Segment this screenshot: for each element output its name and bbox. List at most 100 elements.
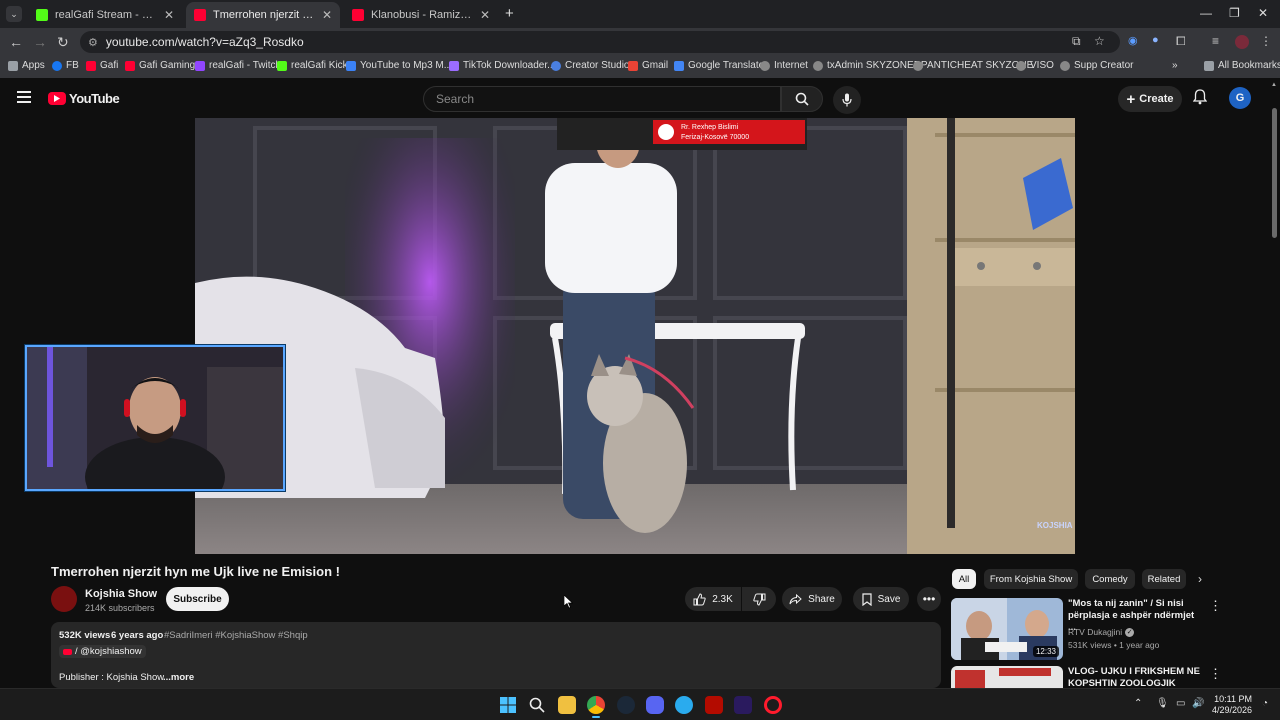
related-menu-icon[interactable]: ⋮ — [1209, 666, 1222, 682]
channel-name[interactable]: Kojshia Show — [85, 588, 157, 600]
minimize-icon[interactable]: — — [1200, 6, 1212, 20]
bookmark-label: Gafi Gaming — [139, 60, 196, 71]
search-button[interactable] — [781, 86, 823, 112]
page-scrollbar[interactable] — [1272, 108, 1277, 238]
share-button[interactable]: Share — [782, 587, 842, 611]
close-tab-icon[interactable]: ✕ — [164, 8, 174, 22]
scroll-up-icon[interactable]: ▲ — [1271, 82, 1277, 88]
bookmark-item[interactable]: Gafi Gaming — [125, 60, 195, 71]
channel-handle: / @kojshiashow — [75, 646, 142, 657]
profile-avatar[interactable] — [1235, 35, 1249, 49]
restore-icon[interactable]: ❐ — [1229, 6, 1240, 20]
browser-tab[interactable]: Klanobusi - Ramiz Tarzani bën ✕ — [344, 2, 498, 28]
hamburger-menu-icon[interactable] — [17, 91, 31, 103]
chips-next-icon[interactable]: › — [1198, 572, 1202, 586]
tab-title: realGafi Stream - Watch Live o — [55, 9, 158, 21]
chip-comedy[interactable]: Comedy — [1085, 569, 1135, 589]
address-bar[interactable]: ⚙ youtube.com/watch?v=aZq3_Rosdko — [80, 31, 1120, 53]
chip-related[interactable]: Related — [1142, 569, 1186, 589]
like-button[interactable]: 2.3K — [685, 587, 741, 611]
site-info-icon[interactable]: ⚙ — [88, 36, 98, 49]
more-actions-button[interactable]: ••• — [917, 587, 941, 611]
save-button[interactable]: Save — [853, 587, 909, 611]
bookmark-item[interactable]: YouTube to Mp3 M... — [346, 60, 452, 71]
close-tab-icon[interactable]: ✕ — [322, 8, 332, 22]
discord-icon[interactable] — [646, 696, 664, 714]
channel-avatar[interactable] — [51, 586, 77, 612]
search-input[interactable]: Search — [423, 86, 781, 112]
opera-icon[interactable] — [764, 696, 782, 714]
globe-icon — [760, 60, 770, 71]
account-avatar[interactable]: G — [1229, 87, 1251, 109]
bookmark-item[interactable]: TikTok Downloader... — [449, 60, 555, 71]
show-more-link[interactable]: ...more — [163, 672, 194, 683]
bookmark-star-icon[interactable]: ☆ — [1094, 34, 1105, 48]
voice-search-button[interactable] — [833, 86, 861, 114]
telegram-icon[interactable] — [675, 696, 693, 714]
related-video-meta: 531K views • 1 year ago — [1068, 640, 1160, 650]
taskbar-search-icon[interactable] — [528, 696, 546, 714]
chip-from-channel[interactable]: From Kojshia Show — [984, 569, 1078, 589]
back-icon[interactable]: ← — [9, 34, 23, 50]
microphone-tray-icon[interactable]: 🎙 — [1156, 698, 1169, 709]
close-tab-icon[interactable]: ✕ — [480, 8, 490, 22]
bookmark-item[interactable]: realGafi Kick — [277, 60, 348, 71]
related-thumbnail[interactable] — [951, 666, 1063, 688]
bookmark-item[interactable]: Gmail — [628, 60, 668, 71]
youtube-play-icon — [48, 92, 66, 105]
related-thumbnail[interactable]: 12:33 — [951, 598, 1063, 660]
create-button[interactable]: + Create — [1118, 86, 1182, 112]
file-explorer-icon[interactable] — [558, 696, 576, 714]
notification-center-icon[interactable]: ◔ — [1262, 698, 1268, 709]
description-hashtags[interactable]: #SadriImeri #KojshiaShow #Shqip — [164, 630, 308, 641]
close-window-icon[interactable]: ✕ — [1258, 6, 1268, 20]
bookmark-label: Internet — [774, 60, 808, 71]
related-channel[interactable]: RTV Dukagjini ✓ — [1068, 627, 1135, 637]
adobe-acrobat-icon[interactable] — [705, 696, 723, 714]
notifications-bell-icon[interactable] — [1192, 89, 1208, 110]
subscribe-button[interactable]: Subscribe — [166, 587, 229, 611]
bookmarks-overflow-icon[interactable]: » — [1172, 60, 1178, 71]
steam-icon[interactable] — [617, 696, 635, 714]
bookmark-item[interactable]: Internet — [760, 60, 808, 71]
volume-icon[interactable]: 🔊 — [1192, 698, 1204, 709]
bookmark-item[interactable]: Gafi — [86, 60, 118, 71]
tab-search-button[interactable]: ⌄ — [6, 6, 22, 22]
reading-list-icon[interactable]: ≡ — [1212, 34, 1219, 48]
description-box[interactable]: 532K views 6 years ago #SadriImeri #Kojs… — [51, 622, 941, 688]
bookmark-item[interactable]: FB — [52, 60, 79, 71]
bookmark-item[interactable]: txAdmin SKYZONERP — [813, 60, 928, 71]
bookmark-item[interactable]: Supp Creator — [1060, 60, 1133, 71]
related-menu-icon[interactable]: ⋮ — [1209, 598, 1222, 614]
dislike-button[interactable] — [742, 587, 776, 611]
bookmark-item[interactable]: Google Translate — [674, 60, 764, 71]
extension-icon[interactable]: ◉ — [1128, 34, 1138, 47]
windows-start-icon[interactable] — [499, 696, 517, 714]
youtube-logo[interactable]: YouTube — [48, 91, 120, 106]
bookmark-apps[interactable]: Apps — [8, 60, 45, 71]
install-app-icon[interactable]: ⧉ — [1072, 34, 1081, 49]
browser-tab[interactable]: realGafi Stream - Watch Live o ✕ — [28, 2, 182, 28]
youtube-icon — [125, 60, 135, 71]
bookmarks-bar: Apps FB Gafi Gafi Gaming realGafi - Twit… — [0, 56, 1280, 78]
channel-mention[interactable]: / @kojshiashow — [59, 645, 146, 658]
bookmark-item[interactable]: VISO — [1016, 60, 1054, 71]
chrome-icon[interactable] — [587, 696, 605, 714]
related-video-title[interactable]: VLOG- UJKU I FRIKSHEM NE KOPSHTIN ZOOLOG… — [1068, 666, 1203, 688]
video-player[interactable]: Rr. Rexhep Bislimi Ferizaj-Kosovë 70000 … — [195, 118, 1075, 554]
system-clock[interactable]: 10:11 PM 4/29/2026 — [1208, 694, 1252, 716]
bookmark-item[interactable]: realGafi - Twitch — [195, 60, 281, 71]
reload-icon[interactable]: ↻ — [57, 34, 69, 51]
network-icon[interactable]: ▭ — [1176, 698, 1185, 709]
forward-icon[interactable]: → — [33, 34, 47, 50]
extensions-puzzle-icon[interactable]: ⧠ — [1176, 34, 1186, 49]
tray-overflow-icon[interactable]: ⌃ — [1134, 698, 1142, 709]
extension-icon[interactable]: ● — [1152, 34, 1159, 46]
premiere-pro-icon[interactable] — [734, 696, 752, 714]
browser-menu-icon[interactable]: ⋮ — [1260, 34, 1272, 48]
all-bookmarks[interactable]: All Bookmarks — [1204, 60, 1280, 71]
chip-all[interactable]: All — [952, 569, 976, 589]
new-tab-icon[interactable]: + — [505, 5, 514, 22]
browser-tab-active[interactable]: Tmerrohen njerzit hyn me Ujk l ✕ — [186, 2, 340, 28]
bookmark-item[interactable]: Creator Studio — [551, 60, 629, 71]
